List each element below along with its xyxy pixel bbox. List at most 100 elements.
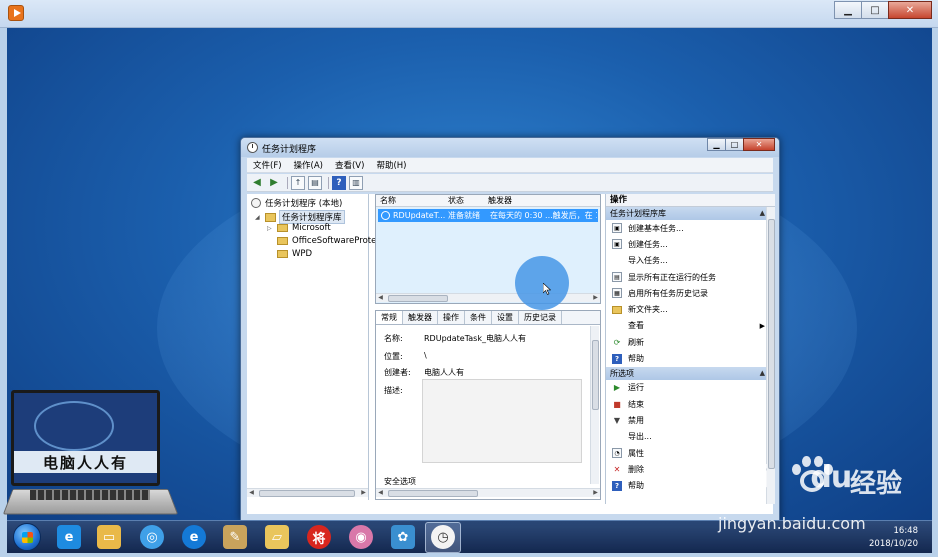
delete-icon: ✕ (613, 464, 621, 474)
menu-view[interactable]: 查看(V) (329, 159, 370, 171)
ie-icon[interactable]: e (57, 525, 81, 549)
tab-general[interactable]: 常规 (376, 311, 403, 324)
action-refresh[interactable]: ⟳ 刷新 (606, 334, 775, 350)
tree-root[interactable]: 任务计划程序 (本地) (251, 197, 342, 209)
action-label: 启用所有任务历史记录 (628, 288, 708, 298)
task-row-selected[interactable]: RDUpdateT... 准备就绪 在每天的 0:30 ...触发后，在 1 (378, 209, 598, 222)
ts-close-button[interactable]: ✕ (743, 138, 775, 151)
tab-triggers[interactable]: 触发器 (403, 311, 438, 324)
scroll-thumb[interactable] (388, 295, 448, 302)
forward-arrow-icon[interactable]: ▶ (267, 176, 281, 190)
maximize-button[interactable]: □ (861, 1, 889, 19)
mouse-cursor-icon (543, 283, 551, 295)
menu-bar: 文件(F) 操作(A) 查看(V) 帮助(H) (247, 158, 773, 173)
tree-item-wpd[interactable]: WPD (277, 249, 312, 259)
tab-history[interactable]: 历史记录 (519, 311, 562, 324)
action-view[interactable]: 查看 ▶ (606, 318, 775, 334)
tree-item-officesoftwareprotection[interactable]: OfficeSoftwareProte (277, 236, 376, 246)
close-button[interactable]: ✕ (888, 1, 932, 19)
import-task-icon (612, 256, 622, 266)
action-label: 新文件夹... (628, 305, 668, 315)
help-icon[interactable]: ? (332, 175, 346, 190)
click-highlight (515, 256, 569, 310)
minimize-button[interactable]: ▁ (834, 1, 862, 19)
chat-icon[interactable]: ◉ (349, 525, 373, 549)
scroll-right-icon[interactable]: ▶ (359, 489, 368, 498)
media-player-icon[interactable]: ◎ (140, 525, 164, 549)
detail-location-value: \ (424, 351, 427, 360)
help-icon: ? (612, 353, 622, 364)
task-scheduler-window: 任务计划程序 ▁ □ ✕ 文件(F) 操作(A) 查看(V) 帮助(H) ◀ ▶… (240, 137, 780, 521)
submenu-arrow-icon: ▶ (759, 321, 765, 330)
scroll-thumb[interactable] (768, 219, 775, 469)
expand-triangle-icon[interactable]: ▷ (267, 225, 275, 232)
action-export[interactable]: 导出... (606, 429, 775, 445)
details-vertical-scrollbar[interactable] (590, 326, 599, 484)
details-horizontal-scrollbar[interactable]: ◀ ▶ (376, 488, 600, 497)
menu-file[interactable]: 文件(F) (247, 159, 288, 171)
ts-minimize-button[interactable]: ▁ (707, 138, 726, 151)
notes-icon[interactable]: ▱ (265, 525, 289, 549)
detail-security-row: 安全选项 (384, 476, 444, 487)
column-header-name[interactable]: 名称 (376, 195, 444, 206)
action-show-running-tasks[interactable]: ▤ 显示所有正在运行的任务 (606, 269, 775, 285)
action-create-basic-task[interactable]: ▣ 创建基本任务... (606, 220, 775, 236)
task-status: 准备就绪 (448, 211, 480, 220)
tree-item-label: WPD (292, 249, 313, 259)
action-disable[interactable]: ▼ 禁用 (606, 412, 775, 428)
actions-section-library[interactable]: 任务计划程序库 (606, 207, 775, 220)
show-hide-tree-icon[interactable]: ▤ (308, 175, 322, 190)
scroll-left-icon[interactable]: ◀ (376, 489, 385, 498)
collapse-triangle-icon[interactable]: ◢ (255, 214, 263, 221)
paint-icon[interactable]: ✎ (223, 525, 247, 549)
detail-description-label: 描述: (384, 386, 403, 395)
action-import-task[interactable]: 导入任务... (606, 253, 775, 269)
back-arrow-icon[interactable]: ◀ (250, 176, 264, 190)
tree-item-label: Microsoft (292, 223, 331, 233)
tree-horizontal-scrollbar[interactable]: ◀ ▶ (247, 488, 368, 497)
properties-icon: ◔ (612, 448, 622, 458)
scroll-thumb[interactable] (259, 490, 355, 497)
tree-item-microsoft[interactable]: ▷ Microsoft (267, 223, 331, 233)
action-end[interactable]: ■ 结束 (606, 396, 775, 412)
column-header-trigger[interactable]: 触发器 (484, 195, 584, 206)
explorer-icon[interactable]: ▭ (97, 525, 121, 549)
cloud-icon[interactable]: ✿ (391, 525, 415, 549)
action-new-folder[interactable]: 新文件夹... (606, 301, 775, 317)
scroll-thumb[interactable] (592, 340, 599, 410)
description-box[interactable] (422, 379, 582, 463)
column-header-status[interactable]: 状态 (444, 195, 484, 206)
action-create-task[interactable]: ▣ 创建任务... (606, 236, 775, 252)
tab-conditions[interactable]: 条件 (465, 311, 492, 324)
up-folder-icon[interactable]: ↑ (291, 175, 305, 190)
tree-item-library[interactable]: ◢ 任务计划程序库 (255, 210, 345, 224)
task-scheduler-icon[interactable]: ◷ (431, 525, 455, 549)
action-properties[interactable]: ◔ 属性 (606, 445, 775, 461)
tree-root-label: 任务计划程序 (本地) (265, 199, 343, 209)
watermark-brand-bai: Bai (718, 460, 769, 495)
ts-maximize-button[interactable]: □ (725, 138, 744, 151)
menu-help[interactable]: 帮助(H) (370, 159, 412, 171)
menu-action[interactable]: 操作(A) (288, 159, 329, 171)
game-icon[interactable]: 将 (307, 525, 331, 549)
show-action-pane-icon[interactable]: ▥ (349, 175, 363, 190)
browser-e-icon[interactable]: e (182, 525, 206, 549)
scroll-left-icon[interactable]: ◀ (247, 489, 256, 498)
scroll-right-icon[interactable]: ▶ (591, 294, 600, 303)
start-button[interactable] (13, 523, 41, 551)
scroll-thumb[interactable] (388, 490, 478, 497)
end-icon: ■ (613, 399, 621, 409)
action-help-1[interactable]: ? 帮助 (606, 350, 775, 366)
action-enable-history[interactable]: ▦ 启用所有任务历史记录 (606, 285, 775, 301)
tab-actions[interactable]: 操作 (438, 311, 465, 324)
folder-icon (277, 224, 288, 232)
task-trigger: 在每天的 0:30 ...触发后，在 1 (490, 211, 597, 220)
action-run[interactable]: ▶ 运行 (606, 380, 775, 396)
tab-settings[interactable]: 设置 (492, 311, 519, 324)
laptop-screen: 电脑人人有 (11, 390, 160, 486)
scroll-right-icon[interactable]: ▶ (591, 489, 600, 498)
player-titlebar: ▁ □ ✕ (0, 0, 938, 28)
actions-section-selected[interactable]: 所选项 (606, 366, 775, 380)
scroll-left-icon[interactable]: ◀ (376, 294, 385, 303)
watermark-jingyan: 经验 (850, 469, 903, 499)
